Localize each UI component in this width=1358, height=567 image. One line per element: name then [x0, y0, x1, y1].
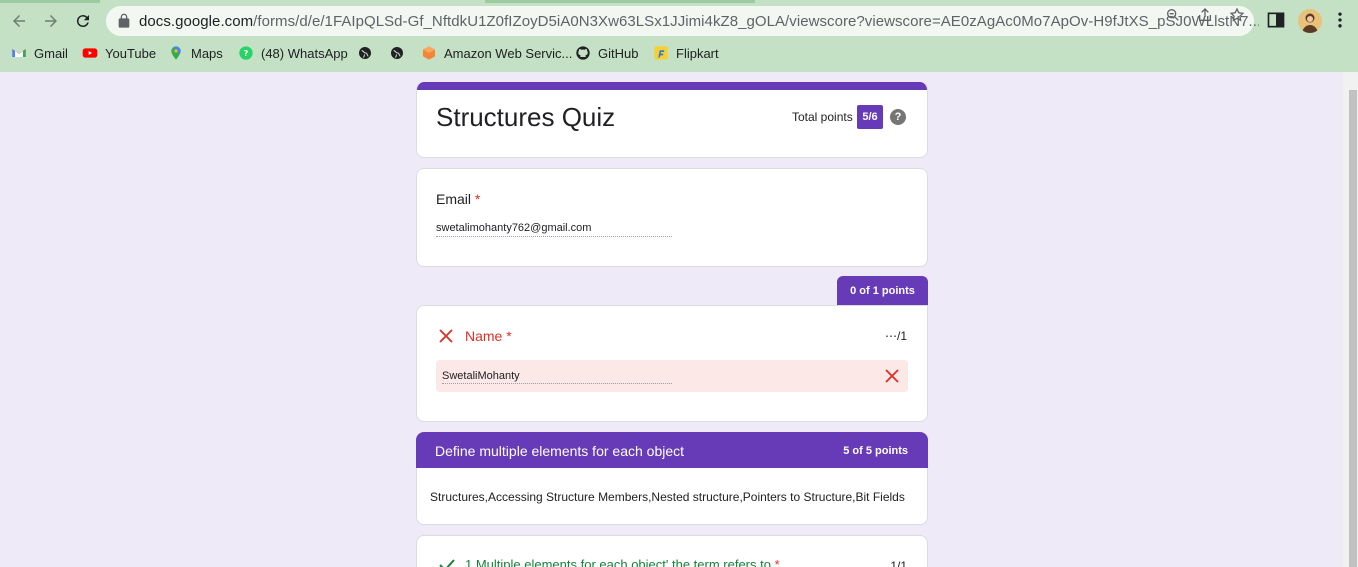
svg-text:?: ? [244, 49, 249, 58]
bookmark-aws[interactable]: Amazon Web Servic... [421, 44, 572, 62]
globe-icon [359, 47, 371, 59]
bookmark-github[interactable]: GitHub [575, 44, 638, 62]
bookmark-label: Flipkart [676, 45, 719, 61]
flipkart-icon [654, 46, 668, 60]
gmail-icon [12, 49, 26, 57]
menu-icon[interactable] [1330, 10, 1350, 30]
bookmark-globe-2[interactable] [389, 44, 405, 62]
email-label-text: Email [436, 191, 472, 207]
email-question-card: Email * swetalimohanty762@gmail.com [416, 168, 928, 267]
profile-avatar[interactable] [1298, 9, 1322, 33]
question-1-score: 1/1 [890, 559, 907, 567]
page-title: Structures Quiz [436, 102, 616, 132]
form-accent-bar [417, 82, 927, 90]
incorrect-icon [439, 329, 453, 343]
bookmark-label: GitHub [598, 45, 639, 61]
globe-icon [391, 47, 403, 59]
youtube-icon [82, 48, 98, 58]
maps-icon [171, 46, 181, 60]
address-bar[interactable]: docs.google.com/forms/d/e/1FAIpQLSd-Gf_N… [106, 6, 1259, 36]
forward-button[interactable] [39, 9, 63, 33]
question-score: ⋯/1 [884, 329, 907, 343]
bookmark-whatsapp[interactable]: ? (48) WhatsApp [238, 44, 348, 62]
name-label: Name * [465, 328, 512, 344]
arrow-right-icon [45, 15, 57, 27]
email-label: Email * [436, 191, 480, 207]
reload-button[interactable] [71, 9, 95, 33]
url-path: /forms/d/e/1FAIpQLSd-Gf_NftdkU1Z0fIZoyD5… [253, 13, 1259, 30]
arrow-left-icon [13, 15, 25, 27]
profile-picture-icon [1302, 13, 1318, 33]
section-header: Define multiple elements for each object… [416, 432, 928, 469]
aws-icon [423, 46, 435, 60]
correct-check-icon [439, 559, 455, 567]
section-points: 5 of 5 points [843, 445, 908, 457]
name-points-tab: 0 of 1 points [837, 276, 928, 306]
whatsapp-icon: ? [239, 46, 253, 60]
required-asterisk: * [506, 328, 512, 344]
bookmark-flipkart[interactable]: Flipkart [653, 44, 719, 62]
bookmark-label: Gmail [34, 45, 68, 61]
question-1-card: 1.Multiple elements for each object' the… [416, 535, 928, 567]
bookmark-globe-1[interactable] [357, 44, 373, 62]
bookmark-star-icon[interactable] [1229, 7, 1245, 23]
incorrect-answer-box: SwetaliMohanty [436, 360, 908, 392]
bookmark-label: Maps [191, 45, 223, 61]
total-score-badge: 5/6 [857, 105, 883, 129]
question-1-text: 1.Multiple elements for each object' the… [465, 557, 780, 567]
share-icon[interactable] [1197, 7, 1213, 23]
section-description: Structures,Accessing Structure Members,N… [430, 490, 905, 504]
lock-icon [118, 13, 130, 28]
tab-strip-edge [485, 0, 755, 3]
tab-strip-edge [0, 0, 100, 3]
bookmark-label: (48) WhatsApp [261, 45, 348, 61]
incorrect-answer-icon [885, 369, 899, 383]
github-icon [576, 46, 590, 60]
section-description-card: Structures,Accessing Structure Members,N… [416, 468, 928, 525]
url-host: docs.google.com [139, 13, 254, 30]
bookmark-label: Amazon Web Servic... [444, 45, 573, 61]
section-title: Define multiple elements for each object [435, 443, 685, 459]
question-1-label: 1.Multiple elements for each object' the… [465, 557, 771, 567]
total-points-label: Total points [792, 110, 853, 124]
reload-icon [76, 15, 89, 28]
bookmark-gmail[interactable]: Gmail [11, 44, 68, 62]
bookmark-maps[interactable]: Maps [168, 44, 223, 62]
email-answer: swetalimohanty762@gmail.com [436, 222, 672, 237]
required-asterisk: * [774, 557, 780, 567]
url-text: docs.google.com/forms/d/e/1FAIpQLSd-Gf_N… [139, 13, 1259, 30]
scrollbar-thumb[interactable] [1349, 90, 1357, 567]
name-label-text: Name [465, 328, 503, 344]
name-answer: SwetaliMohanty [442, 370, 672, 384]
side-panel-icon[interactable] [1266, 10, 1286, 30]
form-header-card: Structures Quiz Total points 5/6 ? [416, 82, 928, 158]
bookmark-youtube[interactable]: YouTube [82, 44, 156, 62]
back-button[interactable] [7, 9, 31, 33]
name-question-card: Name * ⋯/1 SwetaliMohanty [416, 305, 928, 422]
bookmarks-bar: Gmail YouTube Maps ? (48) WhatsApp Amazo… [0, 40, 1358, 66]
bookmark-label: YouTube [105, 45, 157, 61]
help-icon[interactable]: ? [890, 109, 906, 125]
required-asterisk: * [474, 191, 481, 207]
browser-chrome: docs.google.com/forms/d/e/1FAIpQLSd-Gf_N… [0, 0, 1358, 72]
zoom-icon[interactable] [1165, 7, 1181, 23]
